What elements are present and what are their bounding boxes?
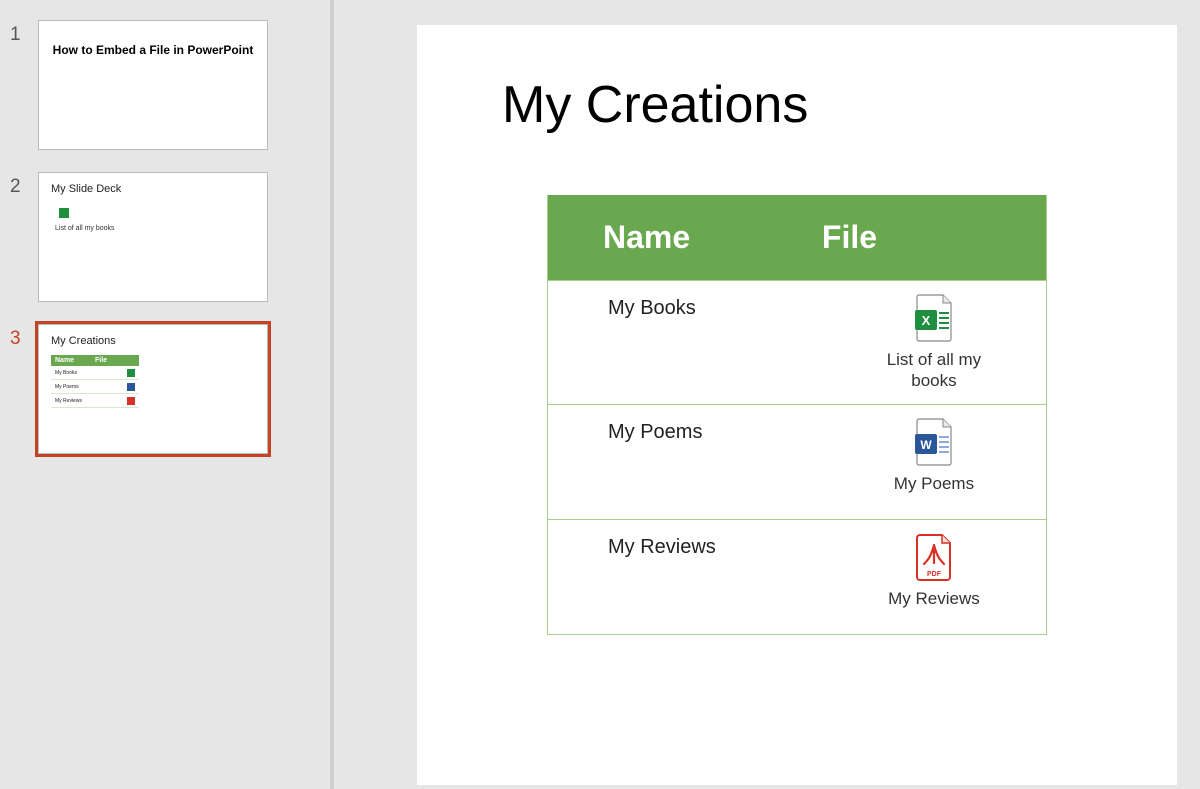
row-file: X List of all my books xyxy=(822,293,1046,392)
table-header: Name File xyxy=(548,195,1046,280)
header-name: Name xyxy=(548,219,822,256)
thumb3-row: My Poems xyxy=(51,380,139,394)
thumb2-title: My Slide Deck xyxy=(51,183,255,195)
thumb3-cell: My Books xyxy=(55,370,127,376)
slide-canvas[interactable]: My Creations Name File My Books X xyxy=(417,25,1177,785)
thumbnail-row-2: 2 My Slide Deck List of all my books xyxy=(10,172,315,302)
thumb3-cell: My Poems xyxy=(55,384,127,390)
table-row: My Reviews PDF My Reviews xyxy=(548,519,1046,634)
word-file-icon[interactable]: W xyxy=(913,417,955,467)
row-file: W My Poems xyxy=(822,417,1046,507)
thumb3-row: My Reviews xyxy=(51,394,139,408)
table-row: My Poems W My xyxy=(548,404,1046,519)
svg-text:X: X xyxy=(922,313,931,328)
table-row: My Books X Lis xyxy=(548,280,1046,404)
thumb3-mini-table: Name File My Books My Poems My Reviews xyxy=(51,355,139,408)
row-name: My Poems xyxy=(548,417,822,507)
slide-thumbnail-2[interactable]: My Slide Deck List of all my books xyxy=(38,172,268,302)
file-caption: My Poems xyxy=(894,473,974,494)
row-name: My Reviews xyxy=(548,532,822,622)
embedded-files-table[interactable]: Name File My Books X xyxy=(547,195,1047,635)
thumbnail-row-1: 1 How to Embed a File in PowerPoint xyxy=(10,20,315,150)
thumb1-title: How to Embed a File in PowerPoint xyxy=(51,43,255,59)
excel-icon xyxy=(59,208,69,218)
thumb3-cell: My Reviews xyxy=(55,398,127,404)
slide-title[interactable]: My Creations xyxy=(502,75,1122,135)
header-file: File xyxy=(822,219,1046,256)
thumbnail-number: 3 xyxy=(10,324,38,350)
slide-editor-area: My Creations Name File My Books X xyxy=(334,0,1200,789)
row-file: PDF My Reviews xyxy=(822,532,1046,622)
thumb3-row: My Books xyxy=(51,366,139,380)
thumb3-title: My Creations xyxy=(51,335,255,347)
excel-icon xyxy=(127,369,135,377)
svg-text:PDF: PDF xyxy=(927,571,942,578)
thumb3-table-header: Name File xyxy=(51,355,139,366)
thumbnail-row-3: 3 My Creations Name File My Books My Poe… xyxy=(10,324,315,454)
svg-text:W: W xyxy=(920,438,932,452)
excel-file-icon[interactable]: X xyxy=(913,293,955,343)
thumbnail-number: 1 xyxy=(10,20,38,46)
file-caption: List of all my books xyxy=(869,349,999,392)
word-icon xyxy=(127,383,135,391)
row-name: My Books xyxy=(548,293,822,392)
slide-thumbnail-3[interactable]: My Creations Name File My Books My Poems… xyxy=(38,324,268,454)
pdf-icon xyxy=(127,397,135,405)
thumb3-header-file: File xyxy=(95,357,135,364)
pdf-file-icon[interactable]: PDF xyxy=(913,532,955,582)
thumb2-caption: List of all my books xyxy=(55,225,255,233)
thumb3-header-name: Name xyxy=(55,357,95,364)
slide-thumbnail-panel: 1 How to Embed a File in PowerPoint 2 My… xyxy=(0,0,330,789)
thumbnail-number: 2 xyxy=(10,172,38,198)
slide-thumbnail-1[interactable]: How to Embed a File in PowerPoint xyxy=(38,20,268,150)
file-caption: My Reviews xyxy=(888,588,980,609)
